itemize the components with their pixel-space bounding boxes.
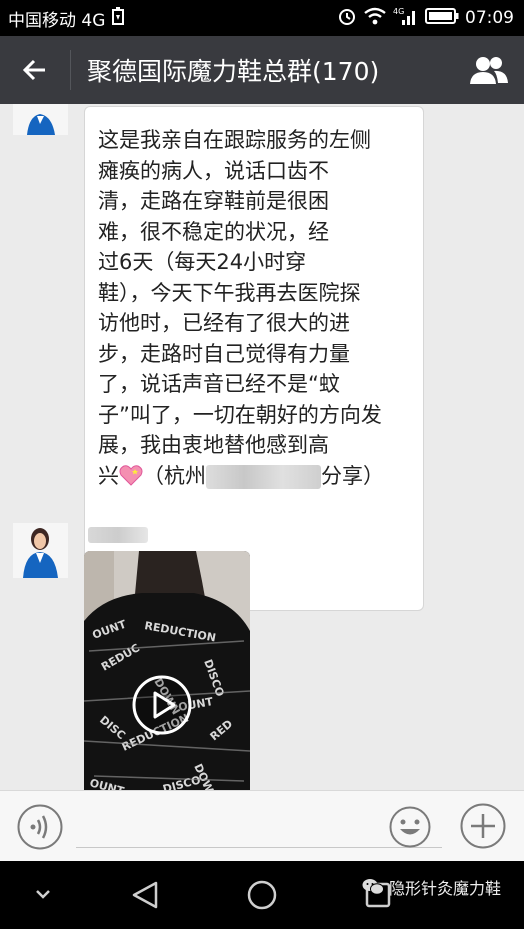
emoji-button[interactable] [389, 806, 431, 848]
message-line-last: 兴（杭州 分享） [98, 463, 384, 489]
message-line: 访他时，已经有了很大的进 [98, 311, 350, 335]
avatar[interactable] [13, 104, 68, 135]
nav-home-button[interactable] [246, 879, 278, 911]
group-members-button[interactable] [454, 36, 524, 104]
wechat-icon [362, 879, 384, 895]
message-line: 瘫痪的病人，说话口齿不 [98, 158, 329, 183]
voice-input-button[interactable] [17, 804, 63, 850]
chat-header: 聚德国际魔力鞋总群(170) [0, 36, 524, 104]
watermark: 隐形针灸魔力鞋 [362, 875, 501, 899]
message-line: 展，我由衷地替他感到高 [98, 433, 329, 457]
alarm-icon [337, 6, 357, 31]
play-button[interactable] [132, 675, 192, 735]
emoji-icon [389, 806, 431, 848]
back-button[interactable] [0, 36, 70, 104]
video-message[interactable]: OUNT REDUCTION DISCO REDUC DOWN OUNT DIS… [84, 551, 250, 790]
group-members-icon [470, 57, 508, 84]
triangle-back-icon [132, 881, 158, 909]
clock-time: 07:09 [465, 8, 514, 28]
wifi-icon [363, 7, 387, 30]
system-nav-bar: 隐形针灸魔力鞋 [0, 861, 524, 929]
plus-icon [460, 803, 506, 849]
message-line: 过6天（每天24小时穿 [98, 250, 307, 274]
message-list[interactable]: 这是我亲自在跟踪服务的左侧 瘫痪的病人，说话口齿不 清，走路在穿鞋前是很困 难，… [0, 104, 524, 790]
blurred-name [206, 464, 321, 489]
signal-icon: 4G [393, 6, 419, 31]
blurred-sender-name [88, 527, 148, 543]
nav-back-button[interactable] [128, 879, 162, 911]
message-line: 这是我亲自在跟踪服务的左侧 [98, 128, 371, 152]
play-icon [132, 675, 192, 735]
watermark-text: 隐形针灸魔力鞋 [389, 879, 502, 898]
message-line: 鞋），今天下午我再去医院探 [98, 280, 361, 305]
message-line: 清，走路在穿鞋前是很困 [98, 189, 329, 213]
battery-icon [425, 7, 459, 30]
battery-saver-icon [111, 6, 125, 30]
chat-title: 聚德国际魔力鞋总群(170) [87, 57, 380, 86]
back-arrow-icon [22, 59, 45, 81]
message-line: 子”叫了，一切在朝好的方向发 [98, 402, 382, 427]
hide-keyboard-button[interactable] [30, 883, 56, 905]
heart-emoji-icon [119, 464, 143, 488]
message-line: 难，很不稳定的状况，经 [98, 219, 329, 244]
message-line: 步，走路时自己觉得有力量 [98, 341, 350, 366]
more-button[interactable] [460, 803, 506, 849]
message-input[interactable] [76, 847, 442, 848]
chevron-down-icon [36, 890, 50, 899]
carrier-label: 中国移动 4G [8, 10, 106, 31]
status-bar: 中国移动 4G 4G 07:09 [0, 0, 524, 36]
voice-icon [17, 804, 63, 850]
input-bar [0, 790, 524, 861]
circle-home-icon [247, 880, 277, 910]
svg-text:4G: 4G [393, 7, 404, 16]
message-line: 了，说话声音已经不是“蚊 [98, 372, 340, 396]
avatar[interactable] [13, 523, 68, 578]
